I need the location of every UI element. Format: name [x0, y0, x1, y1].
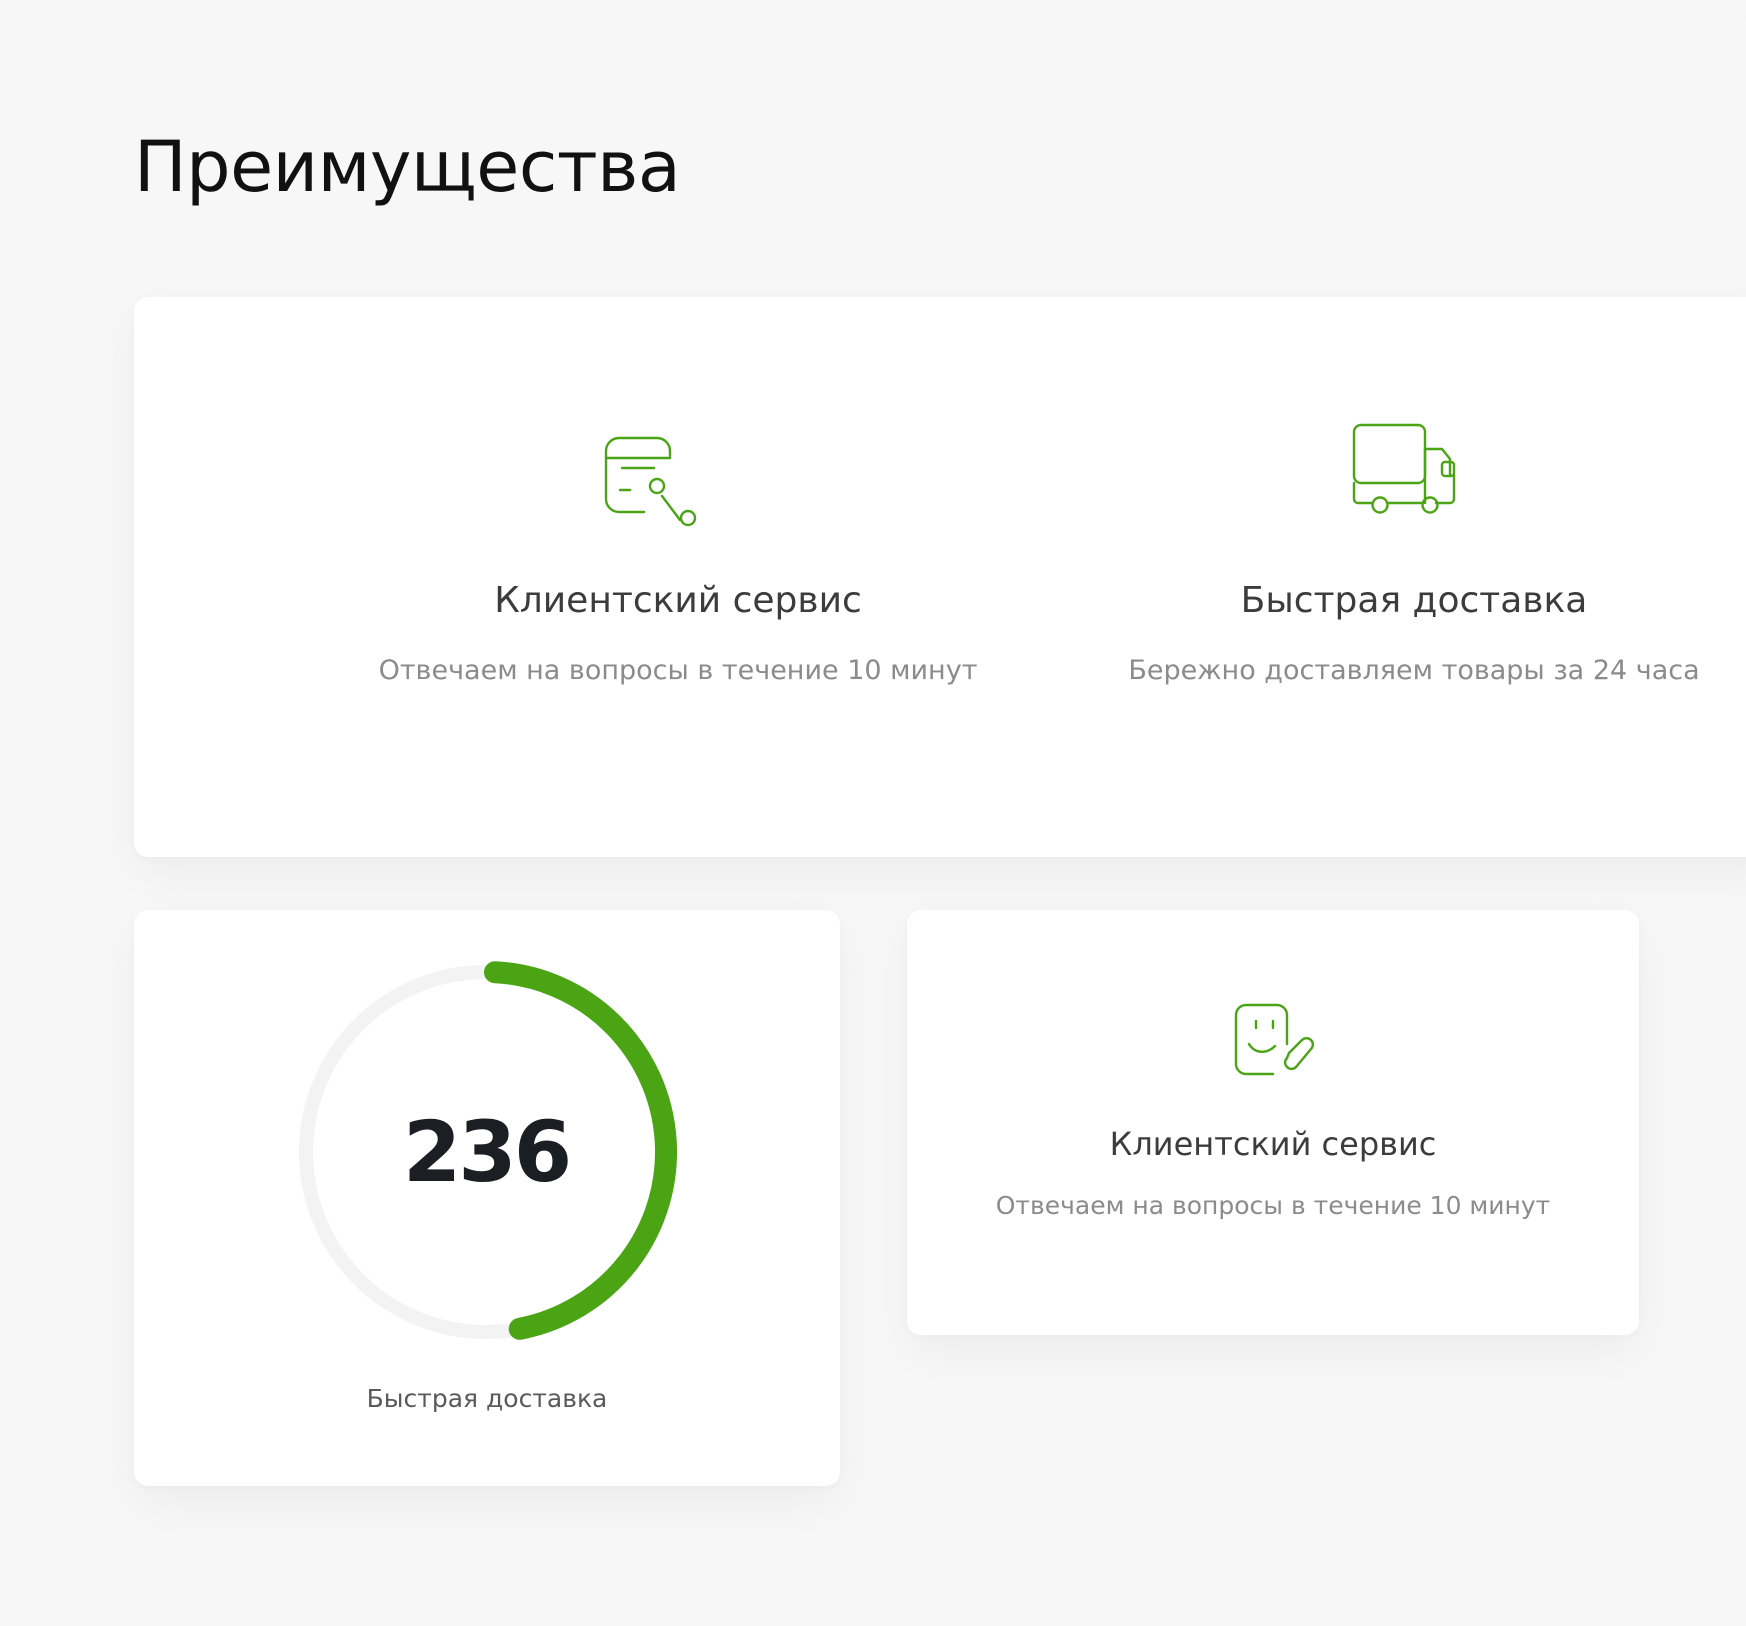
advantages-page: Преимущества Клиентский сервис Отвечаем …	[0, 0, 1746, 1626]
discount-card-icon	[604, 436, 697, 527]
feature-fast-delivery: Быстрая доставка Бережно доставляем това…	[1054, 297, 1746, 857]
feature-description: Отвечаем на вопросы в течение 10 минут	[378, 655, 978, 686]
stat-label: Быстрая доставка	[366, 1384, 608, 1413]
smile-edit-icon	[1234, 1003, 1314, 1076]
feature-client-service-secondary: Клиентский сервис Отвечаем на вопросы в …	[907, 910, 1639, 1335]
feature-description: Отвечаем на вопросы в течение 10 минут	[995, 1191, 1551, 1220]
stat-card: 236 Быстрая доставка	[134, 910, 840, 1486]
delivery-truck-icon	[1352, 423, 1456, 514]
feature-description: Бережно доставляем товары за 24 часа	[1128, 655, 1700, 686]
feature-client-service: Клиентский сервис Отвечаем на вопросы в …	[268, 297, 1088, 857]
section-title: Преимущества	[134, 126, 681, 208]
features-card: Клиентский сервис Отвечаем на вопросы в …	[134, 297, 1746, 857]
feature-card: Клиентский сервис Отвечаем на вопросы в …	[907, 910, 1639, 1335]
stat-value: 236	[402, 1103, 572, 1201]
feature-title: Клиентский сервис	[1109, 1125, 1437, 1163]
feature-title: Клиентский сервис	[494, 580, 862, 621]
feature-title: Быстрая доставка	[1240, 580, 1588, 621]
